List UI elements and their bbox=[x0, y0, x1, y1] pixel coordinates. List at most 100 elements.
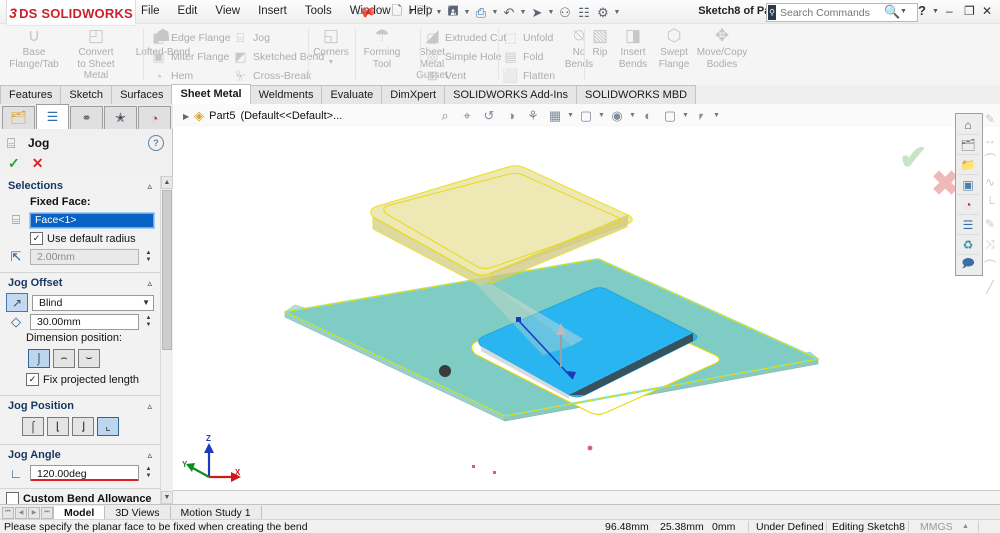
custom-bend-allowance-checkbox[interactable] bbox=[6, 492, 19, 504]
fixed-face-selection[interactable]: Face<1> bbox=[30, 212, 154, 228]
jog-position-bend-outside-button[interactable]: ⌞ bbox=[97, 417, 119, 436]
design-library-icon[interactable]: 🗂 bbox=[957, 135, 979, 155]
configuration-manager-tab[interactable]: ⚭ bbox=[70, 106, 103, 129]
offset-distance-stepper[interactable]: ▲ ▼ bbox=[143, 314, 154, 330]
accept-button[interactable]: ✓ bbox=[8, 155, 20, 172]
tab-surfaces[interactable]: Surfaces bbox=[111, 85, 173, 104]
close-button[interactable]: ✕ bbox=[982, 4, 992, 18]
jog-angle-stepper[interactable]: ▲ ▼ bbox=[143, 465, 154, 481]
tab-weldments[interactable]: Weldments bbox=[249, 85, 323, 104]
zoom-to-area-icon[interactable]: ⌖ bbox=[457, 106, 477, 125]
unfold-button[interactable]: ⬚ Unfold bbox=[502, 29, 553, 47]
print-document-icon[interactable]: ⎙ bbox=[472, 3, 490, 22]
fix-projected-length-row[interactable]: ✓ Fix projected length bbox=[0, 370, 160, 389]
view-settings-icon[interactable]: ▢ bbox=[660, 106, 680, 125]
tab-sketch[interactable]: Sketch bbox=[60, 85, 113, 104]
solidworks-forum-icon[interactable]: ♻ bbox=[957, 235, 979, 255]
jog-angle-header[interactable]: Jog Angle ▵ bbox=[0, 445, 160, 464]
chevron-up-icon[interactable]: ▵ bbox=[147, 181, 152, 192]
dimension-position-inside-button[interactable]: ⌢ bbox=[53, 349, 75, 368]
viewport[interactable]: ✔ ✖ Z X Y bbox=[173, 127, 1000, 490]
trim-entities-icon[interactable]: ✎ bbox=[980, 213, 1000, 234]
bottom-tab-model[interactable]: Model bbox=[53, 505, 106, 520]
last-tab-button[interactable]: ⏭ bbox=[41, 506, 53, 519]
chevron-down-icon[interactable]: ▼ bbox=[142, 298, 150, 307]
help-caret-icon[interactable]: ▼ bbox=[932, 8, 939, 15]
section-view-icon[interactable]: ◑ bbox=[501, 106, 521, 125]
base-flange-tab-button[interactable]: ∪ Base Flange/Tab bbox=[4, 26, 64, 70]
fix-projected-length-checkbox[interactable]: ✓ bbox=[26, 373, 39, 386]
view-orientation-icon[interactable]: ⚘ bbox=[523, 106, 543, 125]
options-list-icon[interactable]: ☷ bbox=[575, 3, 593, 22]
property-manager-tab[interactable]: ☰ bbox=[36, 104, 69, 129]
dimension-position-overall-button[interactable]: ⌣ bbox=[78, 349, 100, 368]
offset-distance-value[interactable]: 30.00mm bbox=[30, 314, 139, 330]
caret-icon[interactable]: ▼ bbox=[598, 112, 605, 119]
scrollbar-thumb[interactable] bbox=[162, 190, 172, 350]
offset-entities-icon[interactable]: ⌒ bbox=[980, 255, 1000, 276]
jog-button[interactable]: ⌸ Jog bbox=[232, 29, 270, 47]
smart-dimension-icon[interactable]: ↔ bbox=[980, 129, 1000, 150]
sketch-icon[interactable]: ✎ bbox=[980, 108, 1000, 129]
first-tab-button[interactable]: ⏮ bbox=[2, 506, 14, 519]
tab-solidworks-add-ins[interactable]: SOLIDWORKS Add-Ins bbox=[444, 85, 578, 104]
restore-button[interactable]: ❐ bbox=[964, 4, 975, 18]
file-explorer-icon[interactable]: 📁 bbox=[957, 155, 979, 175]
minimize-button[interactable]: – bbox=[946, 4, 953, 18]
jog-offset-header[interactable]: Jog Offset ▵ bbox=[0, 273, 160, 292]
jog-angle-value[interactable]: 120.00deg bbox=[30, 465, 139, 481]
convert-to-sheet-metal-button[interactable]: ◰ Convert to Sheet Metal bbox=[66, 26, 126, 82]
model-3d-view[interactable]: ✔ ✖ Z X Y bbox=[173, 127, 1000, 490]
search-caret-icon[interactable]: ▼ bbox=[900, 8, 907, 15]
bend-radius-value[interactable]: 2.00mm bbox=[30, 249, 139, 265]
tab-sheet-metal[interactable]: Sheet Metal bbox=[171, 84, 251, 104]
scroll-up-button[interactable]: ▲ bbox=[161, 176, 173, 189]
view-palette-icon[interactable]: ▣ bbox=[957, 175, 979, 195]
solidworks-resources-icon[interactable]: ⌂ bbox=[957, 115, 979, 135]
caret-icon[interactable]: ▼ bbox=[682, 112, 689, 119]
swept-flange-button[interactable]: ⬡ Swept Flange bbox=[652, 26, 696, 70]
open-document-icon[interactable]: 🗁 bbox=[416, 3, 434, 22]
forming-tool-button[interactable]: ☂ Forming Tool bbox=[356, 26, 408, 70]
dimxpert-manager-tab[interactable]: ✭ bbox=[104, 106, 137, 129]
viewport-layout-icon[interactable]: ⎖ bbox=[691, 106, 711, 125]
edge-flange-button[interactable]: ◧ Edge Flange bbox=[150, 29, 230, 47]
zoom-to-fit-icon[interactable]: ⌕ bbox=[435, 106, 455, 125]
fold-button[interactable]: ▤ Fold bbox=[502, 48, 543, 66]
status-units[interactable]: MMGS bbox=[920, 521, 953, 533]
select-cursor-icon[interactable]: ➤ bbox=[528, 3, 546, 22]
selections-header[interactable]: Selections ▵ bbox=[0, 176, 160, 195]
feature-manager-tree-tab[interactable]: 🗂 bbox=[2, 106, 35, 129]
corners-caret-icon[interactable]: ▼ bbox=[310, 59, 352, 66]
extruded-cut-button[interactable]: ▢ Extruded Cut bbox=[424, 29, 506, 47]
breadcrumb-expand-icon[interactable]: ▶ bbox=[183, 112, 189, 121]
use-default-radius-checkbox[interactable]: ✓ bbox=[30, 232, 43, 245]
comments-icon[interactable]: 🗩 bbox=[957, 255, 979, 274]
caret-icon[interactable]: ▼ bbox=[713, 112, 720, 119]
breadcrumb-part-name[interactable]: Part5 bbox=[209, 110, 235, 122]
menu-item-file[interactable]: File bbox=[132, 0, 169, 23]
property-manager-scrollbar[interactable]: ▲ ▼ bbox=[160, 176, 173, 504]
end-condition-select[interactable]: Blind ▼ bbox=[32, 294, 154, 311]
status-units-caret-icon[interactable]: ▲ bbox=[962, 523, 969, 530]
chevron-up-icon[interactable]: ▵ bbox=[147, 278, 152, 289]
custom-properties-icon[interactable]: ☰ bbox=[957, 215, 979, 235]
simple-hole-button[interactable]: ◎ Simple Hole bbox=[424, 48, 502, 66]
tab-features[interactable]: Features bbox=[0, 85, 62, 104]
flatten-button[interactable]: ⬜ Flatten bbox=[502, 67, 555, 85]
corner-rectangle-icon[interactable]: └ bbox=[980, 192, 1000, 213]
mirror-entities-icon[interactable]: ╱ bbox=[980, 276, 1000, 297]
save-document-icon[interactable]: 🖪 bbox=[444, 3, 462, 22]
menu-item-insert[interactable]: Insert bbox=[249, 0, 296, 23]
help-icon[interactable]: ? bbox=[148, 135, 164, 151]
menu-item-tools[interactable]: Tools bbox=[296, 0, 341, 23]
previous-view-icon[interactable]: ↺ bbox=[479, 106, 499, 125]
handle-sphere[interactable] bbox=[439, 365, 451, 377]
next-tab-button[interactable]: ▶ bbox=[28, 506, 40, 519]
menu-item-edit[interactable]: Edit bbox=[169, 0, 207, 23]
spline-icon[interactable]: ∿ bbox=[980, 171, 1000, 192]
custom-bend-allowance-row[interactable]: Custom Bend Allowance bbox=[0, 489, 160, 504]
new-document-icon[interactable]: 🗋 bbox=[388, 3, 406, 22]
tab-solidworks-mbd[interactable]: SOLIDWORKS MBD bbox=[576, 85, 697, 104]
bottom-tab-3d-views[interactable]: 3D Views bbox=[104, 505, 171, 520]
